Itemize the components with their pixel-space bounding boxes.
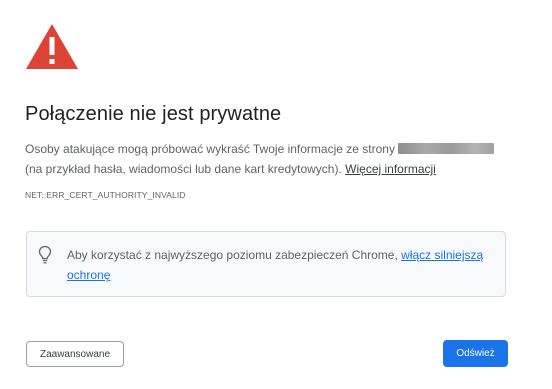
page-title: Połączenie nie jest prywatne (25, 103, 282, 125)
learn-more-link[interactable]: Więcej informacji (345, 162, 436, 176)
redacted-hostname (398, 143, 495, 154)
warning-triangle-icon (26, 24, 78, 69)
lightbulb-icon (38, 245, 52, 264)
interstitial-page: Połączenie nie jest prywatne Osoby ataku… (0, 0, 552, 389)
description-text-after: (na przykład hasła, wiadomości lub dane … (25, 162, 342, 176)
advanced-button[interactable]: Zaawansowane (26, 341, 124, 367)
enhanced-protection-message: Aby korzystać z najwyższego poziomu zabe… (67, 248, 398, 262)
error-description: Osoby atakujące mogą próbować wykraść Tw… (25, 139, 525, 179)
reload-button[interactable]: Odśwież (443, 340, 508, 367)
description-text-before: Osoby atakujące mogą próbować wykraść Tw… (25, 142, 395, 156)
error-code: NET::ERR_CERT_AUTHORITY_INVALID (25, 190, 186, 200)
enhanced-protection-box: Aby korzystać z najwyższego poziomu zabe… (26, 231, 506, 297)
enhanced-protection-text: Aby korzystać z najwyższego poziomu zabe… (67, 245, 487, 285)
